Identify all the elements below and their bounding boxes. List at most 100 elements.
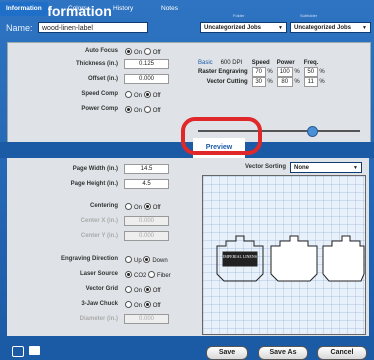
vector-sorting-label: Vector Sorting [244,164,286,170]
vector-grid-radio[interactable]: On Off [125,286,161,294]
page-height-input[interactable]: 4.5 [124,179,169,189]
cancel-button[interactable]: Cancel [317,346,367,360]
center-x-input[interactable]: 0.000 [124,216,169,226]
export-icon[interactable] [12,346,24,357]
vector-power-input[interactable]: 80 [276,77,293,87]
label-text: IMPERIAL LINENS [223,254,257,259]
page-height-label: Page Height (in.) [70,181,118,187]
diameter-input[interactable]: 0.000 [124,314,169,324]
power-settings-table: Basic 600 DPI Speed Power Freq. Raster E… [196,58,327,87]
folder-label: Folder [233,13,245,18]
preview-graphics: IMPERIAL LINENS [216,235,365,282]
radio-off-icon [143,203,151,210]
centering-label: Centering [89,203,118,209]
auto-focus-off-label: Off [152,50,161,56]
center-x-label: Center X (in.) [80,218,118,224]
radio-on-icon [125,286,132,293]
auto-focus-on-label: On [134,50,143,56]
save-button[interactable]: Save [206,346,248,360]
tab-notes[interactable]: Notes [161,2,178,16]
power-header: Power [276,59,295,66]
auto-focus-label: Auto Focus [85,48,118,54]
offset-input[interactable]: 0.000 [124,74,169,84]
laser-source-radio[interactable]: CO2 Fiber [125,271,171,279]
tab-information[interactable]: Information [0,2,48,16]
table-row: Raster Engraving 70 % 100 % 50 % [196,67,327,77]
vector-freq-input[interactable]: 11 [303,77,318,87]
percent-label: % [319,69,325,75]
page-width-label: Page Width (in.) [72,166,118,172]
three-jaw-on-label: On [134,303,143,309]
diameter-label: Diameter (in.) [79,316,118,322]
center-y-input[interactable]: 0.000 [124,231,169,241]
direction-up-label: Up [134,258,142,264]
direction-down-label: Down [152,258,168,264]
percent-label: % [319,79,325,85]
radio-off-icon [143,106,151,113]
power-comp-radio[interactable]: On Off [125,106,161,114]
three-jaw-radio[interactable]: On Off [125,301,161,309]
basic-header: Basic [198,59,213,66]
speed-comp-on-label: On [134,93,143,99]
radio-fiber-icon [148,271,156,278]
radio-up-icon [125,256,132,263]
tab-colors[interactable]: Colors [68,2,87,16]
centering-radio[interactable]: On Off [125,203,161,211]
radio-on-icon [125,301,132,308]
radio-on-icon [125,203,132,210]
engraving-direction-label: Engraving Direction [60,256,118,262]
radio-co2-icon [125,271,132,278]
centering-off-label: Off [152,205,161,211]
page-width-input[interactable]: 14.5 [124,164,169,174]
raster-label: Raster Engraving [198,69,248,75]
job-information-window: Job Information Name: wood-linen-label F… [0,0,374,360]
chevron-down-icon: ▼ [362,25,367,31]
raster-speed-input[interactable]: 70 [251,67,266,77]
radio-down-icon [143,256,151,263]
raster-power-input[interactable]: 100 [276,67,293,77]
raster-freq-input[interactable]: 50 [303,67,318,77]
speed-comp-label: Speed Comp [81,91,118,97]
dpi-header: 600 DPI [220,59,243,66]
preview-canvas[interactable]: IMPERIAL LINENS [202,175,366,335]
name-input[interactable]: wood-linen-label [38,22,148,33]
folder-select[interactable]: Uncategorized Jobs ▼ [200,22,287,33]
power-slider-handle[interactable] [307,126,318,137]
chevron-down-icon: ▼ [278,25,283,31]
speed-comp-radio[interactable]: On Off [125,91,161,99]
fiber-label: Fiber [157,273,171,279]
radio-off-icon [143,91,151,98]
thickness-label: Thickness (in.) [75,61,118,67]
save-as-button[interactable]: Save As [258,346,308,360]
freq-header: Freq. [303,59,319,66]
co2-label: CO2 [134,273,147,279]
highlight-circle [181,117,262,155]
vector-sorting-value: None [294,165,309,171]
power-comp-off-label: Off [152,108,161,114]
percent-label: % [294,69,300,75]
centering-on-label: On [134,205,143,211]
chevron-down-icon: ▼ [353,165,358,171]
radio-off-icon [143,286,151,293]
auto-focus-radio[interactable]: On Off [125,48,161,56]
vector-grid-off-label: Off [152,288,161,294]
vector-speed-input[interactable]: 30 [251,77,266,87]
power-comp-label: Power Comp [81,106,118,112]
radio-off-icon [143,48,151,55]
subfolder-select[interactable]: Uncategorized Jobs ▼ [290,22,371,33]
three-jaw-off-label: Off [152,303,161,309]
print-icon[interactable] [29,346,40,355]
radio-on-icon [125,106,132,113]
vector-grid-on-label: On [134,288,143,294]
folder-value: Uncategorized Jobs [204,25,262,31]
vector-label: Vector Cutting [206,79,248,85]
vector-sorting-select[interactable]: None ▼ [290,162,362,173]
radio-on-icon [125,48,132,55]
percent-label: % [267,69,273,75]
table-row: Vector Cutting 30 % 80 % 11 % [196,77,327,87]
subfolder-label: Subfolder [300,13,318,18]
tab-history[interactable]: History [113,2,133,16]
thickness-input[interactable]: 0.125 [124,59,169,69]
engraving-direction-radio[interactable]: Up Down [125,256,168,264]
label-shape-3 [322,235,365,282]
